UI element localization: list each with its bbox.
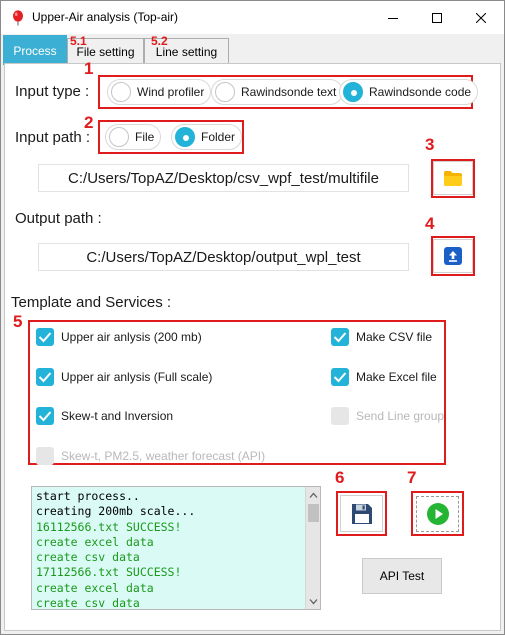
console-line: create excel data <box>36 580 154 595</box>
radio-label: Folder <box>201 130 236 144</box>
templates-label: Template and Services : <box>11 294 172 311</box>
radio-label: Wind profiler <box>137 85 205 99</box>
radio-folder[interactable]: Folder <box>171 124 243 150</box>
checkbox-box <box>331 368 349 386</box>
checkmark-icon <box>38 411 52 422</box>
upload-icon <box>444 247 462 265</box>
radio-file[interactable]: File <box>105 124 162 150</box>
checkmark-icon <box>333 332 347 343</box>
tab-label: Process <box>13 43 57 58</box>
annotation-marker: 5.1 <box>70 34 87 48</box>
checkbox-make-excel[interactable]: Make Excel file <box>331 367 437 387</box>
minimize-icon <box>388 17 398 19</box>
checkbox-upper-air-200mb[interactable]: Upper air anlysis (200 mb) <box>36 327 202 347</box>
checkbox-box <box>36 328 54 346</box>
app-window: Upper-Air analysis (Top-air) Process Fil… <box>0 0 505 635</box>
output-path-label: Output path : <box>15 210 102 227</box>
radio-dot <box>215 82 235 102</box>
annotation-marker: 7 <box>407 468 417 487</box>
output-path-field[interactable]: C:/Users/TopAZ/Desktop/output_wpl_test <box>38 243 409 271</box>
checkbox-label: Make Excel file <box>356 370 437 384</box>
console-line: create excel data <box>36 534 154 549</box>
scroll-up-icon[interactable] <box>309 491 318 500</box>
checkmark-icon <box>38 372 52 383</box>
checkbox-send-line-group[interactable]: Send Line group <box>331 406 444 426</box>
tab-line-setting[interactable]: Line setting 5.2 <box>144 34 229 65</box>
console-log[interactable]: start process.. creating 200mb scale... … <box>31 486 321 610</box>
maximize-button[interactable] <box>415 1 459 34</box>
console-scrollbar[interactable] <box>305 487 320 609</box>
checkbox-label: Upper air anlysis (Full scale) <box>61 370 213 384</box>
console-line: 17112566.txt SUCCESS! <box>36 565 182 580</box>
save-button[interactable] <box>340 495 383 532</box>
checkbox-box <box>331 407 349 425</box>
console-line: start process.. <box>36 489 140 503</box>
checkbox-box <box>36 368 54 386</box>
scroll-thumb[interactable] <box>308 504 319 522</box>
annotation-marker: 5.2 <box>151 34 168 48</box>
annotation-marker: 3 <box>425 135 435 154</box>
annotation-marker: 5 <box>13 312 23 331</box>
radio-dot <box>343 82 363 102</box>
checkmark-icon <box>38 332 52 343</box>
browse-output-button[interactable] <box>433 239 473 273</box>
radio-label: File <box>135 130 155 144</box>
radio-rawindsonde-code[interactable]: Rawindsonde code <box>339 79 479 105</box>
checkbox-upper-air-full-scale[interactable]: Upper air anlysis (Full scale) <box>36 367 212 387</box>
radio-label: Rawindsonde text <box>241 85 337 99</box>
checkbox-make-csv[interactable]: Make CSV file <box>331 327 432 347</box>
close-button[interactable] <box>459 1 503 34</box>
annotation-marker: 4 <box>425 214 435 233</box>
console-line: creating 200mb scale... <box>36 504 196 519</box>
checkmark-icon <box>333 372 347 383</box>
tab-file-setting[interactable]: File setting 5.1 <box>67 34 144 65</box>
console-line: 16112566.txt SUCCESS! <box>36 519 182 534</box>
browse-input-button[interactable] <box>433 161 473 195</box>
play-icon <box>426 503 449 525</box>
red-balloon-icon <box>13 10 23 26</box>
close-icon <box>476 12 486 23</box>
title-bar[interactable]: Upper-Air analysis (Top-air) <box>1 1 504 34</box>
scroll-down-icon[interactable] <box>309 597 318 606</box>
checkbox-skew-t-inversion[interactable]: Skew-t and Inversion <box>36 406 173 426</box>
tab-process[interactable]: Process <box>3 35 67 65</box>
save-icon <box>351 503 372 524</box>
run-button[interactable] <box>416 496 459 532</box>
checkbox-label: Skew-t, PM2.5, weather forecast (API) <box>61 449 266 463</box>
radio-wind-profiler[interactable]: Wind profiler <box>107 79 212 105</box>
radio-rawindsonde-text[interactable]: Rawindsonde text <box>211 79 344 105</box>
radio-dot <box>175 127 195 147</box>
checkbox-box <box>331 328 349 346</box>
input-type-label: Input type : <box>15 83 90 100</box>
checkbox-box <box>36 447 54 465</box>
folder-icon <box>444 170 462 186</box>
input-path-field[interactable]: C:/Users/TopAZ/Desktop/csv_wpf_test/mult… <box>38 164 409 192</box>
checkbox-label: Make CSV file <box>356 330 433 344</box>
window-title: Upper-Air analysis (Top-air) <box>32 10 179 24</box>
radio-label: Rawindsonde code <box>369 85 472 99</box>
maximize-icon <box>432 12 442 23</box>
annotation-marker: 6 <box>335 468 345 487</box>
console-lines: start process.. creating 200mb scale... … <box>36 489 196 610</box>
checkbox-skew-t-pm25-api[interactable]: Skew-t, PM2.5, weather forecast (API) <box>36 446 265 466</box>
input-path-label: Input path : <box>15 129 91 146</box>
tab-strip: Process File setting 5.1 Line setting 5.… <box>1 34 504 65</box>
checkbox-box <box>36 407 54 425</box>
console-line: create csv data <box>36 550 140 565</box>
checkbox-label: Send Line group <box>356 409 445 423</box>
api-test-button[interactable]: API Test <box>362 558 442 594</box>
checkbox-label: Skew-t and Inversion <box>61 409 174 423</box>
radio-dot <box>109 127 129 147</box>
checkbox-label: Upper air anlysis (200 mb) <box>61 330 202 344</box>
annotation-marker: 2 <box>84 113 94 132</box>
annotation-marker: 1 <box>84 59 94 78</box>
radio-dot <box>111 82 131 102</box>
minimize-button[interactable] <box>371 1 415 34</box>
console-line: create csv data <box>36 596 140 610</box>
